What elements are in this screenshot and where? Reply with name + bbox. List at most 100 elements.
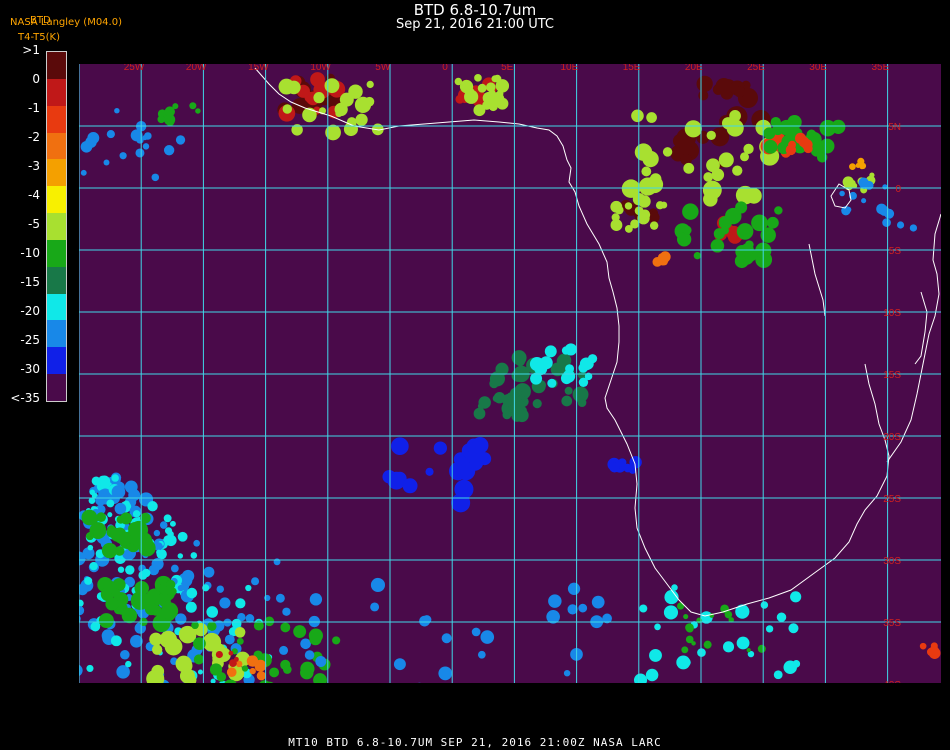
legend-label: -20: [20, 304, 40, 318]
cloud-pixel: [567, 582, 581, 595]
cloud-pixel: [685, 624, 694, 633]
legend-swatch: [47, 347, 66, 375]
cloud-pixel: [275, 593, 285, 603]
cloud-pixel: [188, 601, 196, 609]
longitude-label: 10E: [561, 64, 579, 73]
cloud-pixel: [582, 358, 594, 370]
legend-label: -25: [20, 333, 40, 347]
cloud-pixel: [332, 636, 341, 645]
cloud-pixel: [532, 399, 542, 409]
latitude-label: 5S: [889, 246, 902, 257]
latitude-label: 40S: [883, 680, 901, 683]
cloud-pixel: [682, 203, 699, 220]
legend-swatch: [47, 78, 66, 107]
cloud-pixel: [114, 107, 120, 114]
cloud-pixel: [163, 514, 172, 523]
cloud-pixel: [224, 634, 235, 645]
cloud-pixel: [718, 152, 734, 168]
cloud-pixel: [293, 625, 307, 638]
cloud-pixel: [683, 614, 689, 620]
cloud-pixel: [646, 112, 657, 123]
longitude-label: 15W: [248, 64, 269, 73]
cloud-pixel: [125, 565, 135, 575]
cloud-pixel: [106, 499, 115, 508]
cloud-pixel: [578, 603, 588, 613]
cloud-pixel: [819, 119, 837, 137]
legend-swatch: [47, 186, 66, 214]
cloud-pixel: [849, 179, 856, 186]
legend-swatch: [47, 213, 66, 241]
legend-swatch: [47, 105, 66, 134]
cloud-pixel: [197, 669, 203, 675]
cloud-pixel: [207, 621, 217, 631]
cloud-pixel: [355, 113, 368, 126]
cloud-pixel: [246, 655, 259, 667]
cloud-pixel: [315, 656, 327, 667]
cloud-pixel: [930, 642, 938, 650]
cloud-pixel: [572, 386, 589, 403]
cloud-pixel: [175, 135, 186, 145]
cloud-pixel: [474, 73, 482, 82]
cloud-pixel: [241, 665, 249, 672]
legend-label: -2: [28, 130, 40, 144]
cloud-pixel: [478, 396, 491, 409]
longitude-label: 15E: [623, 64, 641, 73]
cloud-pixel: [790, 591, 802, 603]
cloud-pixel: [734, 86, 746, 98]
cloud-pixel: [654, 623, 661, 631]
cloud-pixel: [473, 104, 486, 117]
latitude-label: 30S: [883, 556, 901, 567]
legend-swatch: [47, 159, 66, 187]
cloud-pixel: [264, 594, 271, 602]
cloud-pixel: [561, 395, 573, 407]
cloud-pixel: [684, 120, 702, 138]
longitude-label: 20E: [685, 64, 703, 73]
cloud-pixel: [703, 172, 714, 182]
cloud-pixel: [300, 665, 314, 680]
cloud-pixel: [676, 232, 692, 247]
cloud-pixel: [335, 109, 343, 118]
cloud-pixel: [402, 478, 418, 494]
cloud-pixel: [287, 80, 301, 95]
longitude-label: 20W: [186, 64, 207, 73]
cloud-pixel: [151, 173, 160, 182]
cloud-pixel: [776, 612, 787, 622]
legend-swatch: [47, 52, 66, 80]
cloud-pixel: [125, 660, 132, 668]
cloud-pixel: [256, 671, 266, 681]
cloud-pixel: [117, 532, 132, 546]
cloud-pixel: [87, 132, 100, 144]
cloud-pixel: [280, 622, 291, 633]
cloud-pixel: [615, 205, 624, 215]
cloud-pixel: [107, 512, 113, 518]
cloud-pixel: [121, 607, 138, 624]
cloud-pixel: [743, 143, 754, 155]
cloud-pixel: [370, 602, 380, 612]
cloud-pixel: [456, 461, 476, 481]
cloud-pixel: [101, 542, 118, 559]
cloud-pixel: [535, 361, 544, 371]
cloud-pixel: [249, 667, 256, 675]
cloud-pixel: [119, 152, 127, 160]
legend-label: -5: [28, 217, 40, 231]
cloud-pixel: [157, 115, 166, 124]
cloud-pixel: [177, 531, 188, 542]
latitude-label: 25S: [883, 494, 901, 505]
cloud-pixel: [282, 607, 291, 616]
cloud-pixel: [624, 202, 633, 210]
cloud-pixel: [191, 621, 199, 630]
latitude-label: 10S: [883, 308, 901, 319]
latitude-label: 15S: [883, 370, 901, 381]
cloud-pixel: [156, 549, 162, 555]
cloud-pixel: [425, 467, 434, 476]
cloud-pixel: [736, 223, 754, 240]
cloud-pixel: [548, 594, 562, 608]
cloud-pixel: [433, 441, 448, 455]
cloud-pixel: [309, 593, 323, 606]
cloud-pixel: [859, 164, 865, 170]
cloud-pixel: [135, 148, 145, 158]
cloud-pixel: [354, 96, 372, 113]
legend-label: -30: [20, 362, 40, 376]
cloud-pixel: [89, 561, 98, 571]
cloud-pixel: [681, 646, 689, 654]
